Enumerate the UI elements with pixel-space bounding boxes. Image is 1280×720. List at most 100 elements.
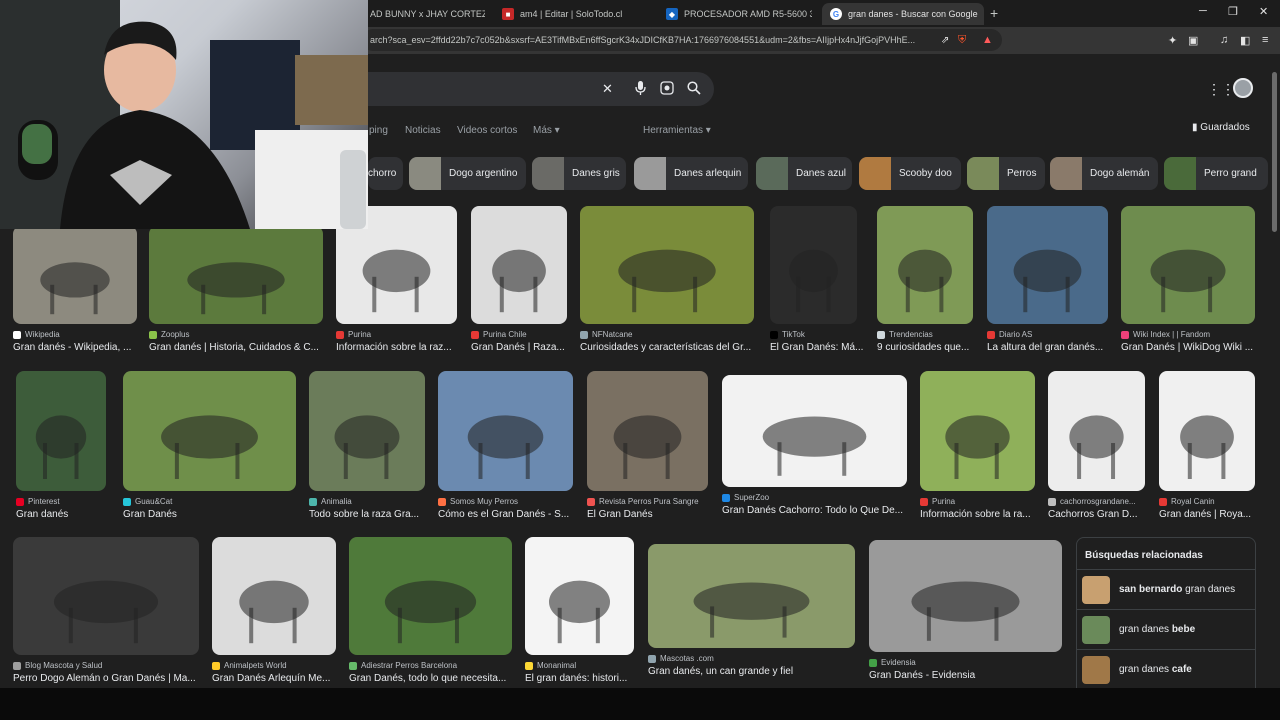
result-title[interactable]: Gran danés [16, 509, 116, 520]
image-result[interactable]: Diario AS La altura del gran danés... [987, 206, 1108, 364]
nav-tools[interactable]: Herramientas ▾ [643, 125, 711, 136]
image-result[interactable]: Somos Muy Perros Cómo es el Gran Danés - … [438, 371, 573, 531]
result-thumbnail[interactable] [648, 544, 855, 648]
result-source[interactable]: Zooplus [149, 330, 323, 339]
result-title[interactable]: 9 curiosidades que... [877, 342, 983, 353]
result-thumbnail[interactable] [525, 537, 634, 655]
result-title[interactable]: Gran Danés - Evidensia [869, 670, 1072, 681]
result-thumbnail[interactable] [987, 206, 1108, 324]
voice-search-icon[interactable] [635, 81, 646, 98]
saved-button[interactable]: ▮ Guardados [1192, 122, 1250, 133]
result-source[interactable]: Evidensia [869, 658, 1062, 667]
result-thumbnail[interactable] [212, 537, 336, 655]
image-result[interactable]: Adiestrar Perros Barcelona Gran Danés, to… [349, 537, 512, 688]
minimize-button[interactable]: ─ [1199, 5, 1207, 17]
result-source[interactable]: Diario AS [987, 330, 1108, 339]
chip-cachorro[interactable]: chorro [368, 157, 403, 190]
address-bar[interactable]: arch?sca_esv=2ffdd22b7c7c052b&sxsrf=AE3T… [362, 29, 1002, 51]
menu-icon[interactable]: ≡ [1262, 34, 1268, 46]
image-result[interactable]: TikTok El Gran Danés: Má... [770, 206, 863, 364]
image-result[interactable]: Purina Chile Gran Danés | Raza... [471, 206, 567, 364]
chip-danes-gris[interactable]: Danes gris [532, 157, 626, 190]
search-box[interactable]: ✕ [330, 72, 714, 106]
window-close-button[interactable]: ✕ [1259, 5, 1268, 18]
result-thumbnail[interactable] [1159, 371, 1255, 491]
tab-music[interactable]: AD BUNNY x JHAY CORTEZ - DÁ [370, 3, 485, 25]
result-title[interactable]: Cómo es el Gran Danés - S... [438, 509, 583, 520]
result-title[interactable]: Gran Danés | Raza... [471, 342, 577, 353]
result-source[interactable]: Blog Mascota y Salud [13, 661, 199, 670]
result-thumbnail[interactable] [123, 371, 296, 491]
image-result[interactable]: Purina Información sobre la ra... [920, 371, 1035, 531]
tab-amd[interactable]: ◆ PROCESADOR AMD R5-5600 3.50GH [666, 3, 812, 25]
result-source[interactable]: Trendencias [877, 330, 973, 339]
result-title[interactable]: Información sobre la ra... [920, 509, 1045, 520]
result-source[interactable]: Wiki Index | | Fandom [1121, 330, 1255, 339]
extensions-icon[interactable]: ✦ [1168, 34, 1177, 47]
result-thumbnail[interactable] [1121, 206, 1255, 324]
result-source[interactable]: Pinterest [16, 497, 106, 506]
restore-button[interactable]: ❐ [1228, 5, 1238, 18]
result-title[interactable]: Gran danés - Wikipedia, ... [13, 342, 147, 353]
result-title[interactable]: Gran Danés [123, 509, 306, 520]
lens-search-icon[interactable] [660, 81, 674, 98]
image-result[interactable]: Evidensia Gran Danés - Evidensia [869, 540, 1062, 688]
image-result[interactable]: Wiki Index | | Fandom Gran Danés | WikiDo… [1121, 206, 1255, 364]
image-result[interactable]: Zooplus Gran danés | Historia, Cuidados &… [149, 226, 323, 364]
image-result[interactable]: Pinterest Gran danés [16, 371, 106, 531]
image-result[interactable]: Animalpets World Gran Danés Arlequín Me..… [212, 537, 336, 688]
share-icon[interactable]: ⇗ [941, 35, 949, 46]
brave-shield-icon[interactable]: ⛨ [958, 34, 966, 47]
result-title[interactable]: Gran danés | Roya... [1159, 509, 1265, 520]
result-source[interactable]: Purina [336, 330, 457, 339]
result-source[interactable]: Mascotas .com [648, 654, 855, 663]
result-thumbnail[interactable] [471, 206, 567, 324]
image-result[interactable]: NFNatcane Curiosidades y características … [580, 206, 754, 364]
result-source[interactable]: Purina [920, 497, 1035, 506]
result-source[interactable]: Royal Canin [1159, 497, 1255, 506]
image-result[interactable]: Royal Canin Gran danés | Roya... [1159, 371, 1255, 531]
search-submit-icon[interactable] [687, 81, 701, 98]
chip-dogo-argentino[interactable]: Dogo argentino [409, 157, 526, 190]
result-title[interactable]: Gran Danés, todo lo que necesita... [349, 673, 522, 684]
result-title[interactable]: Cachorros Gran D... [1048, 509, 1155, 520]
image-result[interactable]: Trendencias 9 curiosidades que... [877, 206, 973, 364]
nav-news[interactable]: Noticias [405, 125, 441, 136]
result-thumbnail[interactable] [587, 371, 708, 491]
tab-google-active[interactable]: G gran danes - Buscar con Google ✕ [822, 3, 984, 25]
result-thumbnail[interactable] [16, 371, 106, 491]
clear-search-icon[interactable]: ✕ [602, 81, 613, 97]
tab-solotodo[interactable]: ■ am4 | Editar | SoloTodo.cl [502, 3, 642, 25]
chip-perros[interactable]: Perros [967, 157, 1045, 190]
result-source[interactable]: Purina Chile [471, 330, 567, 339]
result-title[interactable]: Curiosidades y características del Gr... [580, 342, 764, 353]
result-source[interactable]: Wikipedia [13, 330, 137, 339]
result-thumbnail[interactable] [149, 226, 323, 324]
result-title[interactable]: El Gran Danés: Má... [770, 342, 867, 353]
result-source[interactable]: Guau&Cat [123, 497, 296, 506]
result-thumbnail[interactable] [920, 371, 1035, 491]
nav-short-videos[interactable]: Videos cortos [457, 125, 517, 136]
image-result[interactable]: Mascotas .com Gran danés, un can grande y… [648, 544, 855, 688]
result-thumbnail[interactable] [722, 375, 907, 487]
scrollbar-thumb[interactable] [1272, 72, 1277, 232]
account-avatar[interactable] [1233, 78, 1253, 98]
nav-shopping[interactable]: ping [369, 125, 388, 136]
result-thumbnail[interactable] [770, 206, 857, 324]
image-result[interactable]: SuperZoo Gran Danés Cachorro: Todo lo Que… [722, 375, 907, 527]
related-search-item[interactable]: gran danes bebe [1077, 609, 1255, 649]
result-source[interactable]: Adiestrar Perros Barcelona [349, 661, 512, 670]
sidebar-toggle-icon[interactable]: ▣ [1188, 34, 1198, 47]
result-source[interactable]: SuperZoo [722, 493, 907, 502]
result-thumbnail[interactable] [438, 371, 573, 491]
result-title[interactable]: La altura del gran danés... [987, 342, 1118, 353]
result-title[interactable]: El Gran Danés [587, 509, 718, 520]
related-search-item[interactable]: gran danes cafe [1077, 649, 1255, 688]
result-source[interactable]: Animalpets World [212, 661, 336, 670]
split-view-icon[interactable]: ◧ [1240, 34, 1250, 47]
result-title[interactable]: Gran danés, un can grande y fiel [648, 666, 865, 677]
related-search-item[interactable]: san bernardo gran danes [1077, 569, 1255, 609]
result-thumbnail[interactable] [877, 206, 973, 324]
result-source[interactable]: Monanimal [525, 661, 634, 670]
image-result[interactable]: Wikipedia Gran danés - Wikipedia, ... [13, 226, 137, 364]
